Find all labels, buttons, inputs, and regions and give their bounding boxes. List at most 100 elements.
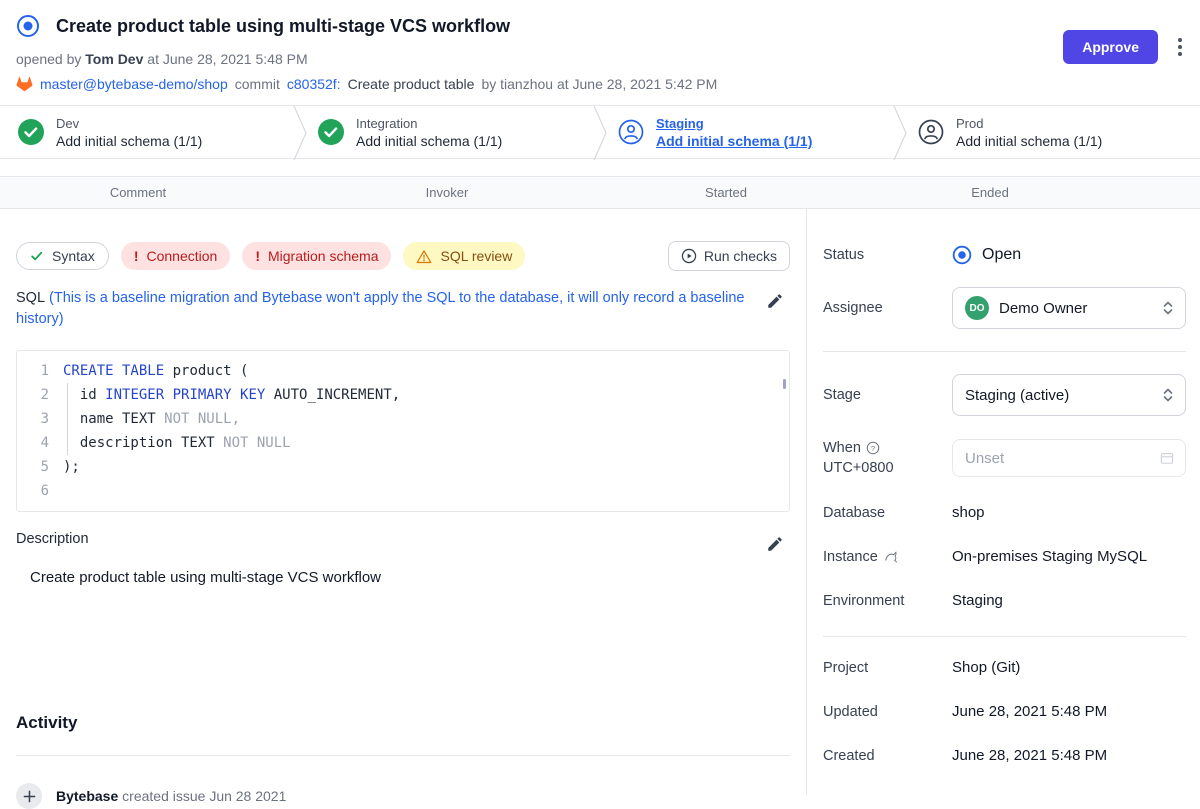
stage-label: Stage [823,387,952,403]
pipeline-stage-staging[interactable]: Staging Add initial schema (1/1) [600,106,900,158]
sidebar-divider [823,636,1186,637]
activity-heading: Activity [16,713,790,733]
help-icon[interactable]: ? [866,441,880,455]
database-row: Database shop [823,504,1186,521]
status-value: Open [982,246,1021,264]
database-label: Database [823,505,952,521]
svg-text:?: ? [871,444,875,453]
assignee-select[interactable]: DO Demo Owner [952,287,1186,329]
activity-list: Bytebase created issue Jun 28 2021 [16,783,790,809]
when-date-input[interactable]: Unset [952,439,1186,477]
updated-row: Updated June 28, 2021 5:48 PM [823,703,1186,720]
updated-label: Updated [823,704,952,720]
error-exclamation: ! [255,248,260,264]
sql-label: SQL [16,290,45,306]
stage-task-link[interactable]: Add initial schema (1/1) [356,133,502,149]
status-row: Status Open [823,245,1186,265]
stage-name: Integration [356,116,502,131]
sql-section-header: SQL (This is a baseline migration and By… [16,288,790,330]
check-badge-connection[interactable]: ! Connection [121,242,231,270]
more-actions-menu-icon[interactable] [1174,34,1186,60]
check-badge-label: SQL review [440,248,512,264]
warning-triangle-icon [416,249,432,264]
task-column-header-invoker: Invoker [276,185,618,200]
when-label: When [823,438,861,458]
stage-name: Staging [656,116,812,131]
sql-baseline-note: (This is a baseline migration and Byteba… [16,290,744,327]
database-value: shop [952,504,1186,521]
issue-open-icon [16,14,40,38]
play-circle-icon [681,248,697,264]
status-label: Status [823,247,952,263]
line-number: 1 [17,359,63,383]
line-number: 2 [17,383,63,407]
opened-by-line: opened by Tom Dev at June 28, 2021 5:48 … [16,51,1184,67]
stage-pipeline: Dev Add initial schema (1/1) Integration Ad… [0,105,1200,159]
check-badge-sql-review[interactable]: SQL review [403,242,525,270]
project-row: Project Shop (Git) [823,659,1186,676]
when-placeholder: Unset [965,450,1004,467]
branch-repo-link[interactable]: master@bytebase-demo/shop [40,76,228,92]
stage-row: Stage Staging (active) [823,374,1186,416]
stage-task-link[interactable]: Add initial schema (1/1) [656,133,812,149]
commit-hash-link[interactable]: c80352f: [287,76,341,92]
chevron-updown-icon [1161,386,1175,404]
code-line: 5); [17,455,789,479]
pipeline-stage-integration[interactable]: Integration Add initial schema (1/1) [300,106,600,158]
check-badge-syntax[interactable]: Syntax [16,242,109,270]
description-label: Description [16,531,89,547]
check-badge-migration-schema[interactable]: !Migration schema [242,242,391,270]
editor-scrollbar[interactable] [783,379,786,389]
vcs-commit-line: master@bytebase-demo/shop commit c80352f… [16,76,1184,92]
activity-actor: Bytebase [56,788,118,804]
main-column: Syntax! Connection !Migration schema SQL re… [0,209,806,795]
assignee-row: Assignee DO Demo Owner [823,287,1186,329]
calendar-icon [1159,450,1175,466]
assignee-label: Assignee [823,300,952,316]
stage-task-link[interactable]: Add initial schema (1/1) [956,133,1102,149]
task-column-header-ended: Ended [834,185,1146,200]
pipeline-stage-prod[interactable]: ProdAdd initial schema (1/1) [900,106,1200,158]
task-column-header-started: Started [618,185,834,200]
environment-label: Environment [823,593,952,609]
activity-divider [16,755,790,756]
run-checks-button[interactable]: Run checks [668,241,790,271]
opened-by-name: Tom Dev [85,51,143,67]
stage-task-link[interactable]: Add initial schema (1/1) [56,133,202,149]
code-line: 2 id INTEGER PRIMARY KEY AUTO_INCREMENT, [17,383,789,407]
stage-value: Staging (active) [965,387,1069,404]
description-text[interactable]: Create product table using multi-stage V… [16,569,790,699]
activity-item: Bytebase created issue Jun 28 2021 [16,783,790,809]
instance-value: On-premises Staging MySQL [952,548,1186,565]
stage-person-icon [618,119,644,145]
sql-editor[interactable]: 1CREATE TABLE product (2 id INTEGER PRIM… [16,350,790,512]
check-badge-label: Syntax [52,248,95,264]
check-badge-label: Connection [146,248,217,264]
edit-sql-icon[interactable] [766,292,784,310]
line-number: 4 [17,431,63,455]
when-row: When ? UTC+0800 Unset [823,438,1186,478]
updated-value: June 28, 2021 5:48 PM [952,703,1186,720]
activity-action: created issue Jun 28 2021 [118,788,286,804]
edit-description-icon[interactable] [766,535,784,553]
description-section-header: Description [16,531,790,547]
code-line: 3 name TEXT NOT NULL, [17,407,789,431]
stage-select[interactable]: Staging (active) [952,374,1186,416]
commit-message: Create product table [348,76,475,92]
stage-done-icon [18,119,44,145]
code-line: 4 description TEXT NOT NULL [17,431,789,455]
assignee-value: Demo Owner [999,300,1087,317]
approve-button[interactable]: Approve [1063,30,1158,64]
error-exclamation: ! [134,248,139,264]
instance-label: Instance [823,549,878,565]
status-open-icon [952,245,972,265]
stage-name: Dev [56,116,202,131]
project-label: Project [823,660,952,676]
stage-person-icon [918,119,944,145]
issue-sidebar: Status Open Assignee DO Demo Owner [806,209,1200,795]
code-line: 6 [17,479,789,503]
line-number: 6 [17,479,63,503]
pipeline-stage-dev[interactable]: Dev Add initial schema (1/1) [0,106,300,158]
created-row: Created June 28, 2021 5:48 PM [823,747,1186,764]
when-timezone: UTC+0800 [823,460,894,476]
